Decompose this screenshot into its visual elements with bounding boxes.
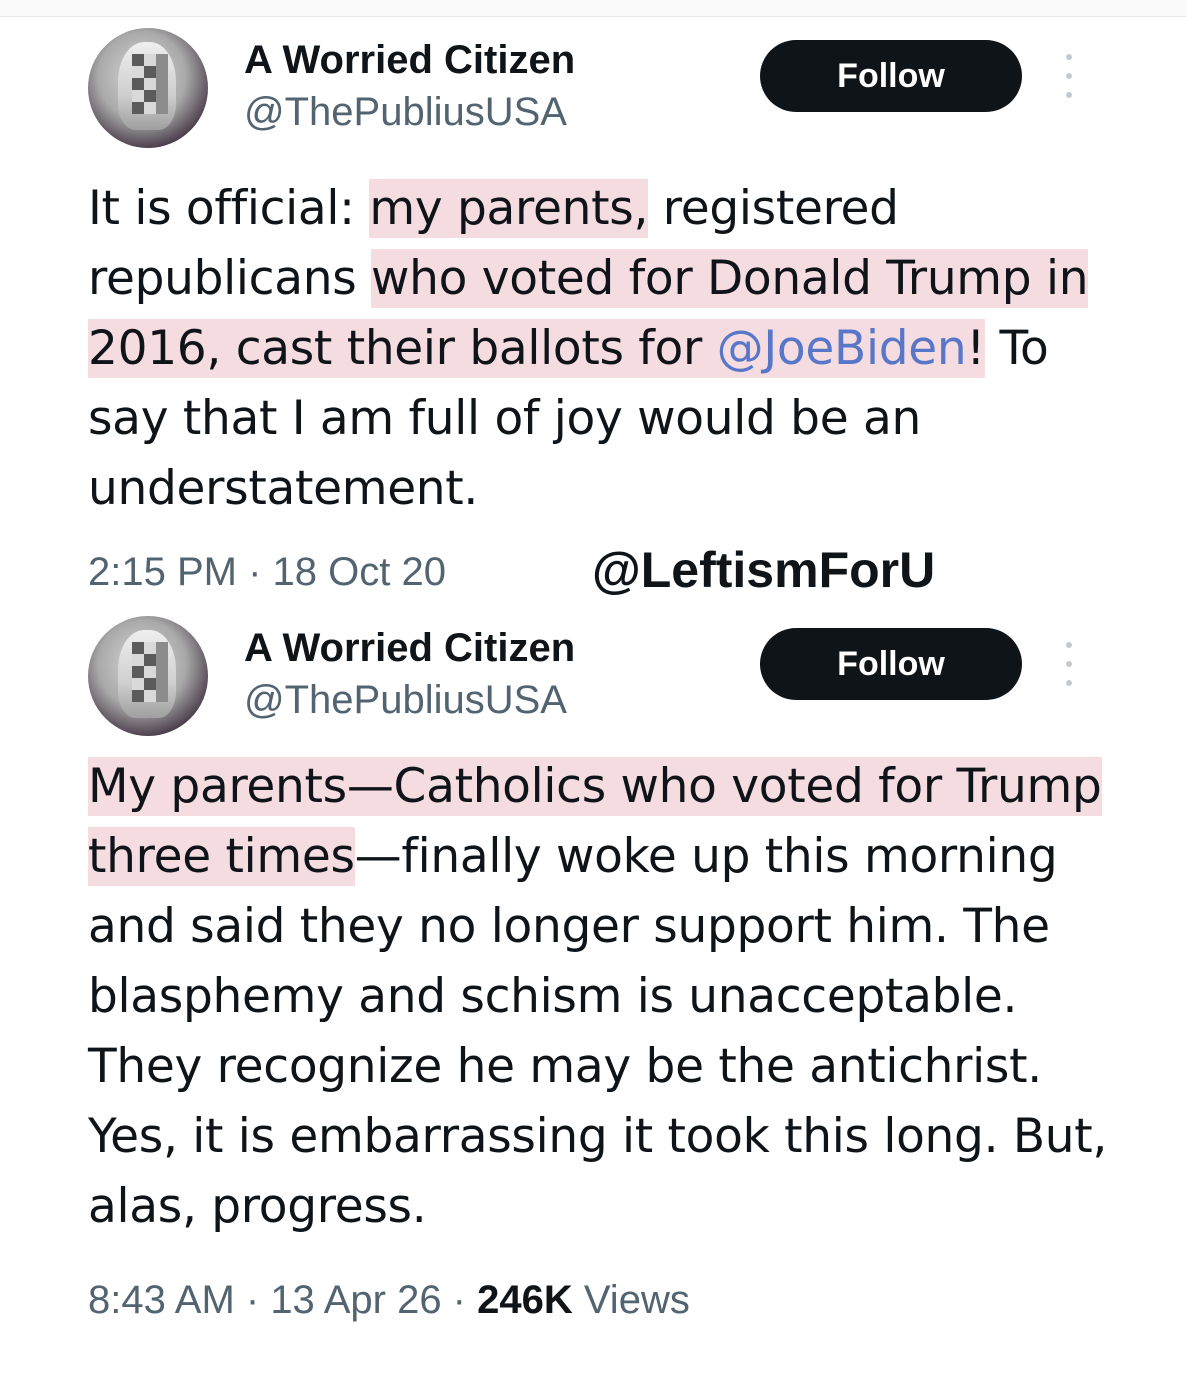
views-count: 246K xyxy=(477,1278,573,1322)
author-name[interactable]: A Worried Citizen xyxy=(244,38,575,82)
tweet-text: It is official: my parents, registered r… xyxy=(88,174,1118,524)
meta-separator: · xyxy=(441,1278,478,1322)
tweet-text-segment: —finally woke up this morning and said t… xyxy=(88,829,1108,1234)
tweet-time[interactable]: 8:43 AM xyxy=(88,1278,235,1322)
tweet-meta: 2:15 PM · 18 Oct 20 xyxy=(88,548,446,596)
follow-button[interactable]: Follow xyxy=(760,628,1022,700)
avatar[interactable] xyxy=(88,616,208,736)
author-handle[interactable]: @ThePubliusUSA xyxy=(244,90,567,134)
follow-button[interactable]: Follow xyxy=(760,40,1022,112)
top-border xyxy=(0,0,1186,17)
tweet-date[interactable]: 13 Apr 26 xyxy=(270,1278,441,1322)
tweet-text-segment: It is official: xyxy=(88,181,370,236)
tweet-time[interactable]: 2:15 PM xyxy=(88,550,237,594)
mention-link[interactable]: @JoeBiden xyxy=(717,321,967,376)
meta-separator: · xyxy=(234,1278,271,1322)
tweet-text-segment: ! xyxy=(966,321,985,376)
more-options-icon[interactable] xyxy=(1060,54,1078,98)
avatar-pixelation xyxy=(132,54,168,114)
author-handle[interactable]: @ThePubliusUSA xyxy=(244,678,567,722)
tweet-date[interactable]: 18 Oct 20 xyxy=(273,550,446,594)
tweet-meta: 8:43 AM · 13 Apr 26 · 246K Views xyxy=(88,1276,690,1324)
avatar[interactable] xyxy=(88,28,208,148)
watermark: @LeftismForU xyxy=(592,542,936,598)
tweet-text: My parents—Catholics who voted for Trump… xyxy=(88,752,1118,1242)
more-options-icon[interactable] xyxy=(1060,642,1078,686)
avatar-pixelation xyxy=(132,642,168,702)
meta-separator: · xyxy=(236,550,273,594)
author-name[interactable]: A Worried Citizen xyxy=(244,626,575,670)
highlighted-text: my parents, xyxy=(369,179,649,238)
views-label: Views xyxy=(572,1278,690,1322)
